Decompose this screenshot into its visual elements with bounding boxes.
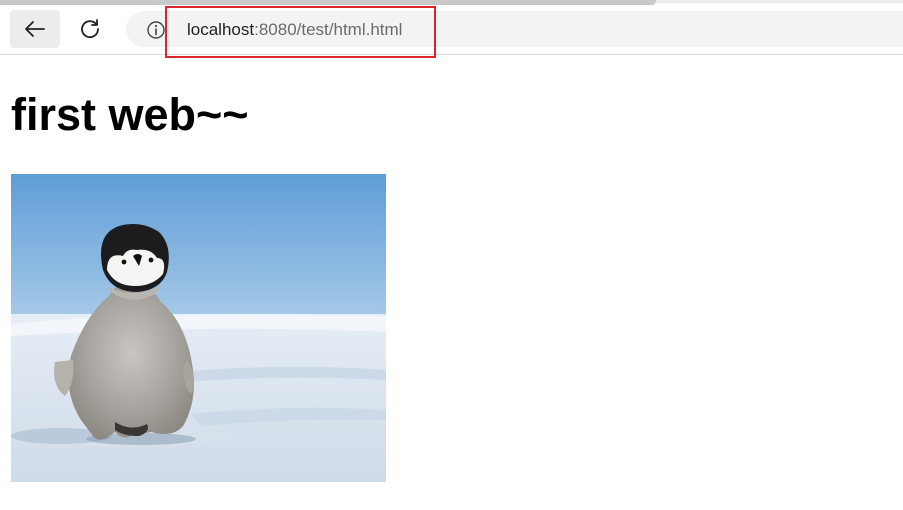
info-icon[interactable] — [146, 20, 166, 40]
browser-toolbar: localhost:8080/test/html.html — [0, 0, 903, 58]
back-button[interactable] — [10, 10, 60, 48]
page-heading: first web~~ — [11, 89, 249, 140]
tab-strip — [0, 0, 656, 5]
penguin-image — [11, 174, 386, 482]
arrow-left-icon — [25, 21, 45, 37]
tab-strip-background — [656, 0, 903, 3]
reload-button[interactable] — [70, 10, 110, 48]
url-highlight-box — [165, 6, 436, 58]
reload-icon — [81, 19, 99, 39]
